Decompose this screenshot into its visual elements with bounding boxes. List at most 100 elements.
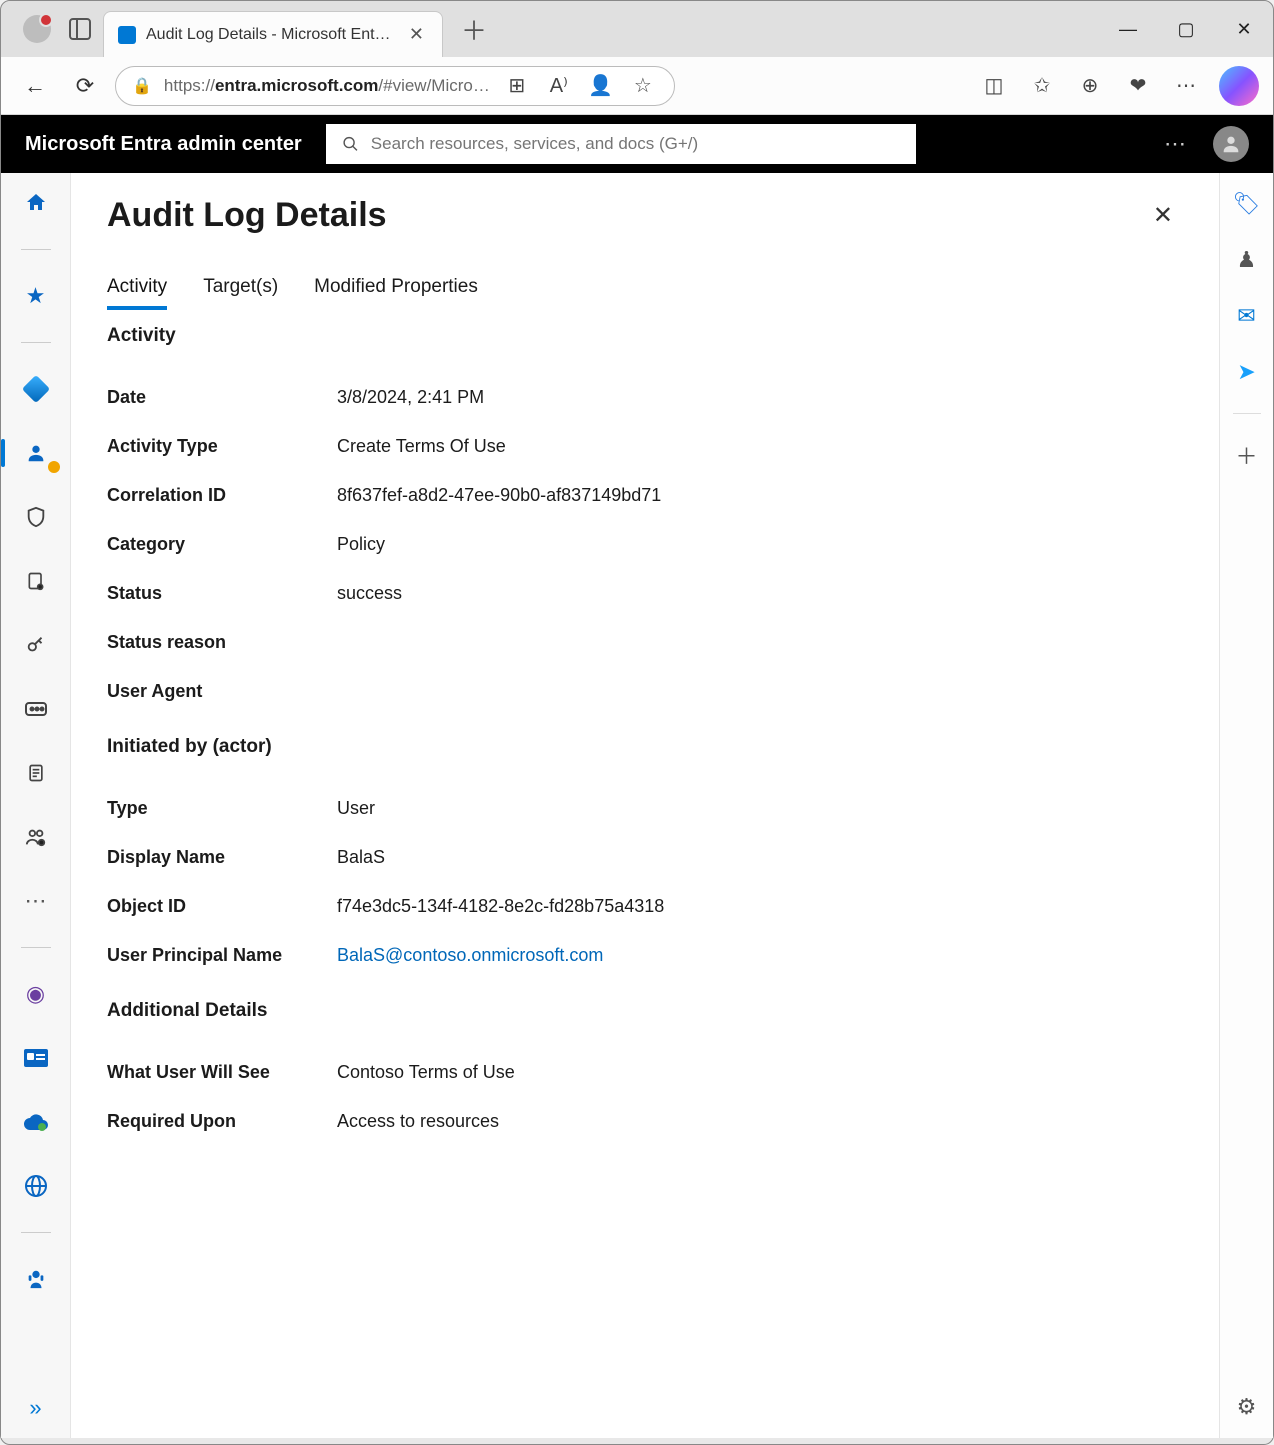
nav-doc-icon[interactable]: [14, 755, 58, 791]
nav-groups-icon[interactable]: [14, 819, 58, 855]
detail-label: User Agent: [107, 681, 337, 702]
health-icon[interactable]: ❤: [1123, 71, 1153, 101]
nav-favorites-icon[interactable]: ★: [14, 278, 58, 314]
new-tab-button[interactable]: ＋: [443, 11, 505, 48]
nav-divider: [21, 342, 51, 343]
url-field[interactable]: 🔒 https://entra.microsoft.com/#view/Micr…: [115, 66, 675, 106]
detail-row: Date3/8/2024, 2:41 PM: [107, 373, 1183, 422]
copilot-icon[interactable]: [1219, 66, 1259, 106]
tab-title: Audit Log Details - Microsoft Ent…: [146, 26, 395, 44]
browser-tab[interactable]: Audit Log Details - Microsoft Ent… ✕: [103, 11, 443, 57]
window-controls: ― ▢ ✕: [1099, 5, 1273, 53]
entra-topbar: Microsoft Entra admin center ⋯: [1, 115, 1273, 173]
browser-window: Audit Log Details - Microsoft Ent… ✕ ＋ ―…: [0, 0, 1274, 1445]
tab-actions-icon[interactable]: [69, 18, 91, 40]
rail-chess-icon[interactable]: ♟: [1232, 245, 1262, 275]
browser-titlebar: Audit Log Details - Microsoft Ent… ✕ ＋ ―…: [1, 1, 1273, 57]
person-icon[interactable]: 👤: [586, 71, 616, 101]
left-nav: ★ ⋯: [1, 115, 71, 1438]
read-aloud-icon[interactable]: A⁾: [544, 71, 574, 101]
tab-modified-properties[interactable]: Modified Properties: [314, 276, 478, 310]
detail-value-link[interactable]: BalaS@contoso.onmicrosoft.com: [337, 945, 603, 966]
detail-row: CategoryPolicy: [107, 520, 1183, 569]
detail-label: Type: [107, 798, 337, 819]
detail-value: 8f637fef-a8d2-47ee-90b0-af837149bd71: [337, 485, 661, 506]
entra-search-input[interactable]: [371, 134, 900, 154]
detail-label: Display Name: [107, 847, 337, 868]
browser-address-bar: ← ⟳ 🔒 https://entra.microsoft.com/#view/…: [1, 57, 1273, 115]
rail-settings-icon[interactable]: ⚙: [1232, 1392, 1262, 1422]
nav-divider: [21, 249, 51, 250]
detail-label: Date: [107, 387, 337, 408]
refresh-button[interactable]: ⟳: [65, 66, 105, 106]
tab-activity[interactable]: Activity: [107, 276, 167, 310]
close-window-button[interactable]: ✕: [1215, 5, 1273, 53]
nav-learn-icon[interactable]: ◉: [14, 976, 58, 1012]
detail-label: Activity Type: [107, 436, 337, 457]
tab-close-icon[interactable]: ✕: [405, 24, 428, 45]
detail-row: Required UponAccess to resources: [107, 1097, 1183, 1146]
detail-value: BalaS: [337, 847, 385, 868]
nav-users-icon[interactable]: [14, 435, 58, 471]
detail-row: User Principal NameBalaS@contoso.onmicro…: [107, 931, 1183, 980]
nav-identity-icon[interactable]: [14, 371, 58, 407]
rail-tag-icon[interactable]: 🏷: [1232, 189, 1262, 219]
detail-label: What User Will See: [107, 1062, 337, 1083]
nav-billing-icon[interactable]: [14, 563, 58, 599]
detail-value: f74e3dc5-134f-4182-8e2c-fd28b75a4318: [337, 896, 664, 917]
entra-avatar[interactable]: [1213, 126, 1249, 162]
nav-password-icon[interactable]: [14, 691, 58, 727]
detail-row: What User Will SeeContoso Terms of Use: [107, 1048, 1183, 1097]
url-text: https://entra.microsoft.com/#view/Micro…: [164, 76, 490, 96]
detail-label: User Principal Name: [107, 945, 337, 966]
detail-value: User: [337, 798, 375, 819]
nav-protection-icon[interactable]: [14, 499, 58, 535]
close-blade-button[interactable]: ✕: [1143, 195, 1183, 236]
detail-row: TypeUser: [107, 784, 1183, 833]
detail-value: Access to resources: [337, 1111, 499, 1132]
more-icon[interactable]: ⋯: [1171, 71, 1201, 101]
collections-icon[interactable]: ⊕: [1075, 71, 1105, 101]
page-title: Audit Log Details: [107, 196, 387, 235]
rail-outlook-icon[interactable]: ✉: [1232, 301, 1262, 331]
detail-row: Statussuccess: [107, 569, 1183, 618]
app-area: Microsoft Entra admin center ⋯ ★: [1, 115, 1273, 1438]
detail-label: Correlation ID: [107, 485, 337, 506]
detail-row: Correlation ID8f637fef-a8d2-47ee-90b0-af…: [107, 471, 1183, 520]
nav-expand-icon[interactable]: »: [14, 1390, 58, 1426]
tab-targets[interactable]: Target(s): [203, 276, 278, 310]
entra-more-icon[interactable]: ⋯: [1164, 131, 1189, 157]
entra-search-box[interactable]: [326, 124, 916, 164]
nav-idcard-icon[interactable]: [14, 1040, 58, 1076]
detail-label: Category: [107, 534, 337, 555]
nav-divider: [21, 947, 51, 948]
minimize-button[interactable]: ―: [1099, 5, 1157, 53]
section-additional-heading: Additional Details: [107, 1000, 1183, 1022]
lock-icon: 🔒: [132, 76, 152, 96]
browser-profile-icon[interactable]: [23, 15, 51, 43]
detail-row: Display NameBalaS: [107, 833, 1183, 882]
nav-support-icon[interactable]: [14, 1261, 58, 1297]
nav-cloud-icon[interactable]: [14, 1104, 58, 1140]
back-button[interactable]: ←: [15, 66, 55, 106]
extensions-icon[interactable]: ⊞: [502, 71, 532, 101]
rail-add-icon[interactable]: ＋: [1232, 440, 1262, 470]
nav-more-icon[interactable]: ⋯: [14, 883, 58, 919]
rail-send-icon[interactable]: ➤: [1232, 357, 1262, 387]
entra-topbar-right: ⋯: [1164, 126, 1249, 162]
favorite-star-icon[interactable]: ☆: [628, 71, 658, 101]
nav-globe-icon[interactable]: [14, 1168, 58, 1204]
detail-row: Object IDf74e3dc5-134f-4182-8e2c-fd28b75…: [107, 882, 1183, 931]
detail-row: Activity TypeCreate Terms Of Use: [107, 422, 1183, 471]
nav-home-icon[interactable]: [14, 185, 58, 221]
tab-favicon-icon: [118, 26, 136, 44]
favorites-icon[interactable]: ✩: [1027, 71, 1057, 101]
nav-keys-icon[interactable]: [14, 627, 58, 663]
section-activity-heading: Activity: [107, 325, 1183, 347]
detail-label: Object ID: [107, 896, 337, 917]
maximize-button[interactable]: ▢: [1157, 5, 1215, 53]
detail-value: Policy: [337, 534, 385, 555]
section-actor-heading: Initiated by (actor): [107, 736, 1183, 758]
page-header: Audit Log Details ✕: [107, 195, 1183, 236]
split-screen-icon[interactable]: ◫: [979, 71, 1009, 101]
